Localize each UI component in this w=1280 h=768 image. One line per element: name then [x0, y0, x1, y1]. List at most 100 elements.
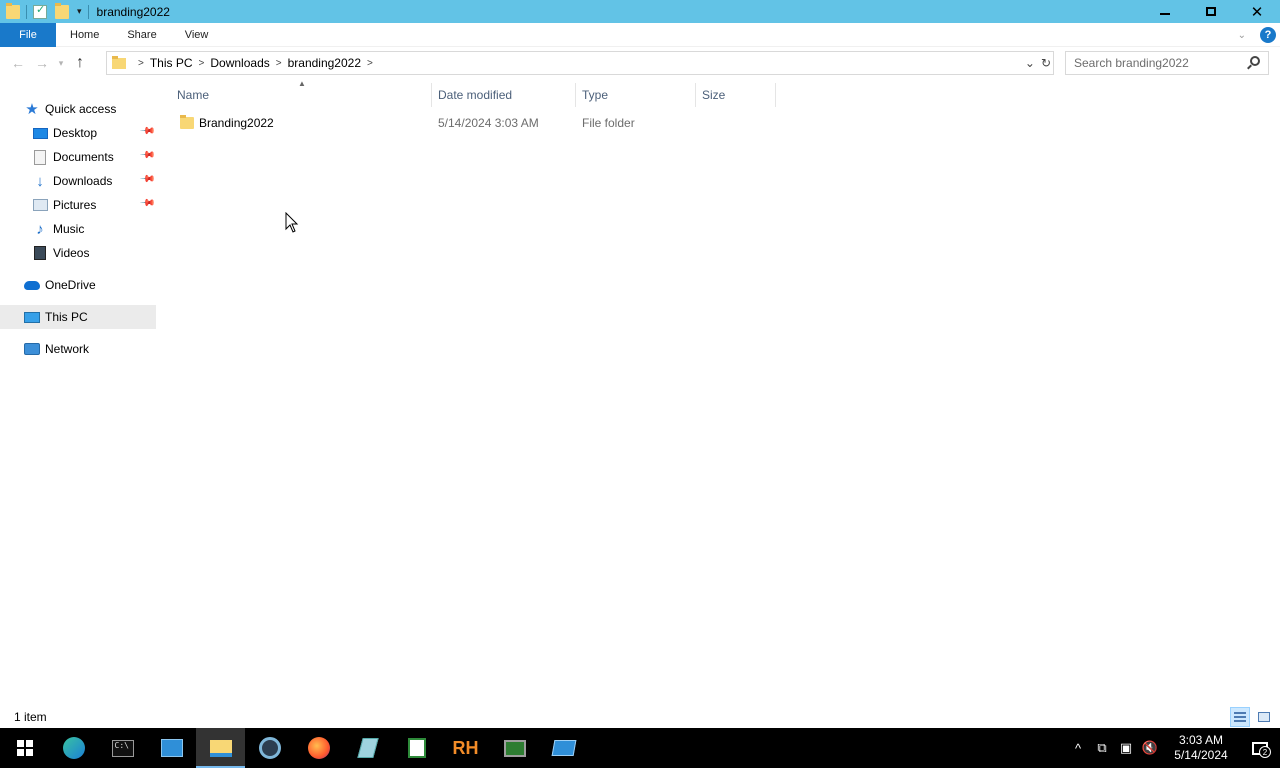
- minimize-icon: [1160, 12, 1170, 15]
- close-button[interactable]: ✕: [1234, 0, 1280, 23]
- mouse-cursor-icon: [285, 212, 299, 233]
- start-icon: [16, 740, 33, 756]
- taskbar-spreadsheet[interactable]: [392, 728, 441, 768]
- pin-icon[interactable]: 📌: [139, 171, 156, 188]
- folder-icon: [6, 2, 20, 19]
- breadcrumb-this-pc[interactable]: This PC: [150, 56, 193, 70]
- forward-button[interactable]: →: [30, 51, 54, 75]
- pin-icon[interactable]: 📌: [139, 195, 156, 212]
- breadcrumb-chevron-icon[interactable]: >: [138, 58, 144, 69]
- tab-file[interactable]: File: [0, 22, 56, 47]
- action-center-button[interactable]: 2: [1240, 728, 1280, 768]
- taskbar-cmd[interactable]: C:\: [98, 728, 147, 768]
- column-header-date-modified[interactable]: Date modified: [432, 83, 576, 107]
- device-icon[interactable]: ⧉: [1090, 728, 1114, 768]
- nav-documents[interactable]: Documents 📌: [0, 145, 156, 169]
- taskbar-monitor[interactable]: [490, 728, 539, 768]
- network-status-icon[interactable]: ▣: [1114, 728, 1138, 768]
- new-folder-icon[interactable]: [55, 2, 69, 19]
- large-icons-view-button[interactable]: [1254, 707, 1274, 727]
- nav-pictures[interactable]: Pictures 📌: [0, 193, 156, 217]
- tab-share[interactable]: Share: [113, 23, 170, 47]
- nav-this-pc[interactable]: This PC: [0, 305, 156, 329]
- nav-network[interactable]: Network: [0, 337, 156, 361]
- breadcrumb-downloads[interactable]: Downloads: [210, 56, 269, 70]
- nav-label: Videos: [53, 246, 90, 260]
- restore-icon: [1206, 7, 1216, 16]
- toolbar-separator: [26, 4, 27, 19]
- taskbar-remote-desktop[interactable]: [539, 728, 588, 768]
- taskbar-rh[interactable]: RH: [441, 728, 490, 768]
- file-explorer-icon: [209, 739, 232, 757]
- videos-icon: [32, 245, 48, 261]
- column-header-name[interactable]: ▲ Name: [160, 79, 432, 107]
- taskbar-file-explorer[interactable]: [196, 728, 245, 768]
- properties-icon[interactable]: [33, 3, 47, 19]
- address-actions: ⌄ ↻: [1025, 52, 1051, 74]
- desktop-icon: [32, 125, 48, 141]
- start-button[interactable]: [0, 728, 49, 768]
- taskbar-notepad[interactable]: [343, 728, 392, 768]
- address-dropdown-chevron-icon[interactable]: ⌄: [1025, 56, 1035, 70]
- nav-downloads[interactable]: ↓ Downloads 📌: [0, 169, 156, 193]
- spreadsheet-icon: [407, 738, 426, 758]
- refresh-icon[interactable]: ↻: [1041, 56, 1051, 70]
- chrome-icon: [258, 737, 281, 759]
- column-label: Type: [582, 88, 609, 102]
- nav-label: Music: [53, 222, 85, 236]
- volume-muted-icon[interactable]: 🔇: [1138, 728, 1162, 768]
- taskbar-firefox[interactable]: [294, 728, 343, 768]
- file-row[interactable]: Branding2022 5/14/2024 3:03 AM File fold…: [160, 112, 776, 134]
- system-tray: ^ ⧉ ▣ 🔇 3:03 AM 5/14/2024 2: [1066, 728, 1280, 768]
- tab-view[interactable]: View: [171, 23, 223, 47]
- file-name-cell: Branding2022: [160, 115, 432, 130]
- taskbar-chrome[interactable]: [245, 728, 294, 768]
- address-bar[interactable]: > This PC > Downloads > branding2022 > ⌄…: [106, 51, 1054, 75]
- file-name: Branding2022: [199, 116, 274, 130]
- column-label: Size: [702, 88, 726, 102]
- details-view-icon: [1234, 712, 1246, 722]
- nav-videos[interactable]: Videos: [0, 241, 156, 265]
- search-input[interactable]: [1074, 56, 1244, 70]
- column-header-size[interactable]: Size: [696, 83, 776, 107]
- customize-toolbar-chevron-icon[interactable]: ▾: [77, 6, 82, 17]
- minimize-button[interactable]: [1142, 0, 1188, 23]
- column-label: Name: [177, 88, 210, 102]
- nav-label: Pictures: [53, 198, 97, 212]
- details-view-button[interactable]: [1230, 707, 1250, 727]
- nav-label: This PC: [45, 310, 88, 324]
- nav-music[interactable]: ♪ Music: [0, 217, 156, 241]
- breadcrumb-chevron-icon[interactable]: >: [367, 58, 373, 69]
- navigation-pane: ★ Quick access Desktop 📌 Documents 📌 ↓ D…: [0, 97, 156, 361]
- up-button[interactable]: ↑: [68, 51, 92, 75]
- restore-button[interactable]: [1188, 0, 1234, 23]
- breadcrumb-chevron-icon[interactable]: >: [276, 58, 282, 69]
- column-header-type[interactable]: Type: [576, 83, 696, 107]
- clock[interactable]: 3:03 AM 5/14/2024: [1166, 733, 1236, 763]
- breadcrumb-branding2022[interactable]: branding2022: [288, 56, 361, 70]
- expand-ribbon-chevron-icon[interactable]: ⌄: [1238, 30, 1246, 41]
- recent-locations-chevron-icon[interactable]: ▾: [54, 51, 68, 75]
- back-button[interactable]: ←: [6, 51, 30, 75]
- nav-label: Downloads: [53, 174, 113, 188]
- tab-home[interactable]: Home: [56, 23, 113, 47]
- pin-icon[interactable]: 📌: [139, 123, 156, 140]
- help-icon[interactable]: ?: [1260, 27, 1276, 43]
- nav-onedrive[interactable]: OneDrive: [0, 273, 156, 297]
- pin-icon[interactable]: 📌: [139, 147, 156, 164]
- search-icon[interactable]: [1250, 56, 1260, 66]
- nav-desktop[interactable]: Desktop 📌: [0, 121, 156, 145]
- window-controls: ✕: [1142, 0, 1280, 23]
- taskbar-edge[interactable]: [49, 728, 98, 768]
- search-box[interactable]: [1065, 51, 1269, 75]
- nav-quick-access[interactable]: ★ Quick access: [0, 97, 156, 121]
- breadcrumb-chevron-icon[interactable]: >: [199, 58, 205, 69]
- ribbon-tabs: File Home Share View ⌄ ?: [0, 22, 1280, 47]
- pictures-icon: [32, 197, 48, 213]
- documents-icon: [32, 149, 48, 165]
- taskbar-control-panel[interactable]: [147, 728, 196, 768]
- nav-label: OneDrive: [45, 278, 96, 292]
- show-hidden-icons-chevron-icon[interactable]: ^: [1066, 728, 1090, 768]
- computer-icon: [24, 309, 40, 325]
- item-count: 1 item: [14, 710, 47, 724]
